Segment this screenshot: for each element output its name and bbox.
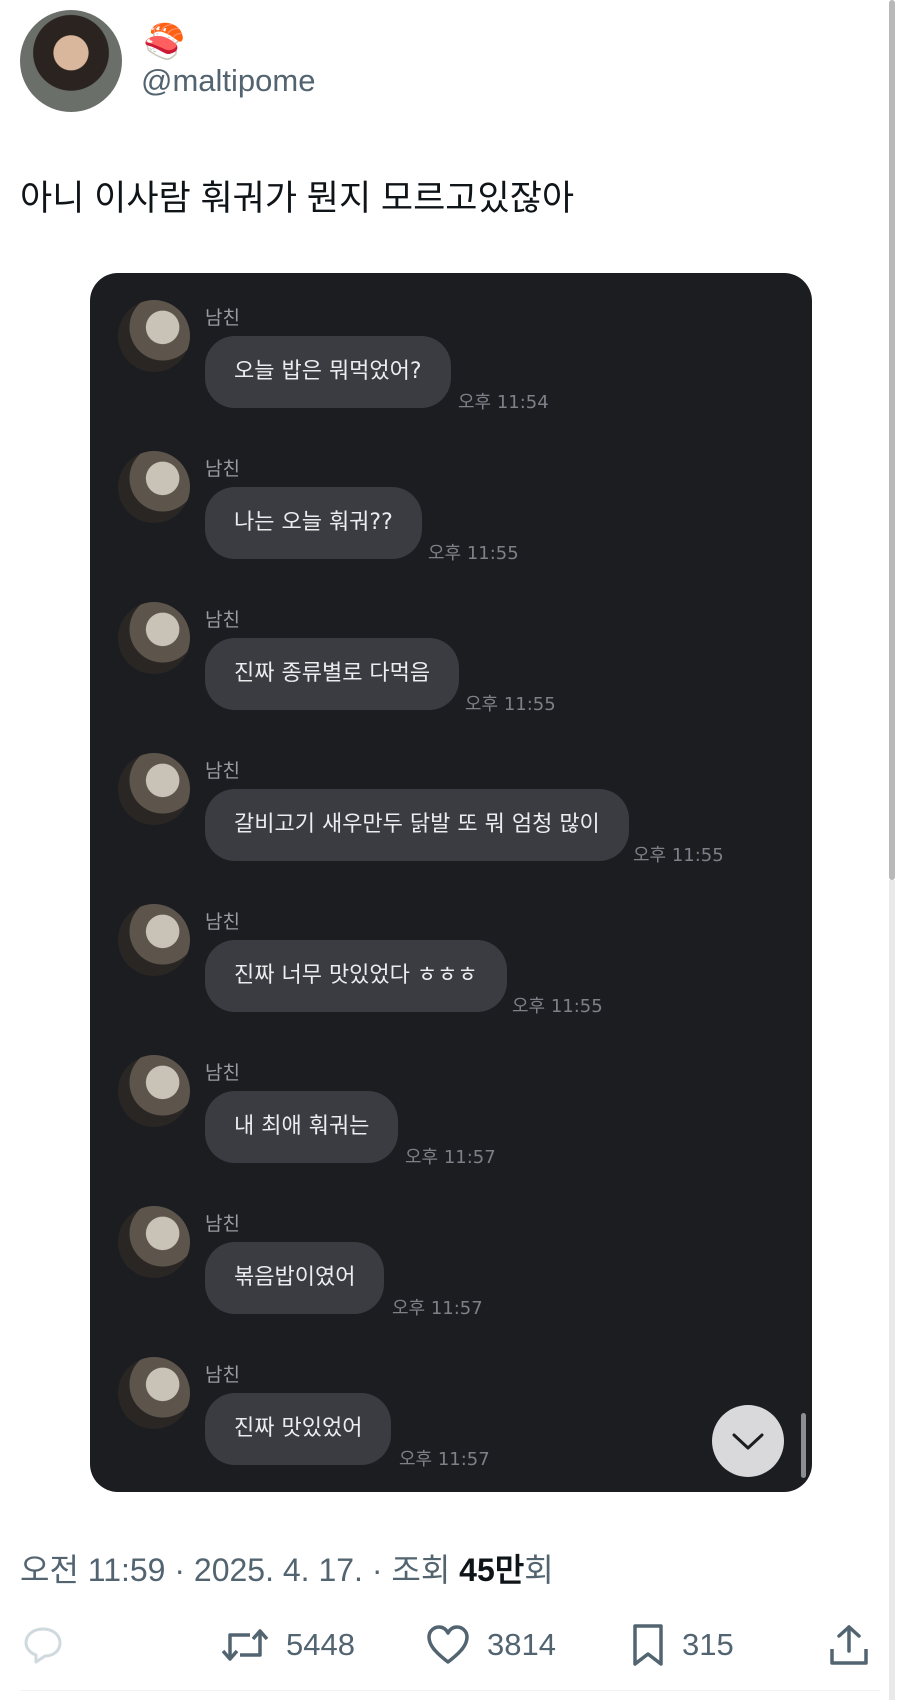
message-bubble: 진짜 너무 맛있었다 ㅎㅎㅎ bbox=[205, 940, 507, 1012]
sender-avatar bbox=[118, 1055, 190, 1127]
bookmark-count: 315 bbox=[682, 1627, 734, 1662]
message-time: 오후 11:55 bbox=[465, 694, 556, 715]
user-handle[interactable]: @maltipome bbox=[141, 63, 315, 99]
message-time: 오후 11:55 bbox=[428, 543, 519, 564]
message-time: 오후 11:55 bbox=[633, 845, 724, 866]
sender-name: 남친 bbox=[205, 307, 240, 329]
message-time: 오후 11:57 bbox=[399, 1449, 490, 1470]
sender-avatar bbox=[118, 451, 190, 523]
message-bubble: 나는 오늘 훠궈?? bbox=[205, 487, 422, 559]
tweet-actions: 5448 3814 315 bbox=[0, 1615, 890, 1675]
retweet-count: 5448 bbox=[286, 1627, 355, 1662]
sender-name: 남친 bbox=[205, 1062, 240, 1084]
tweet-meta: 오전 11:59 · 2025. 4. 17. · 조회 45만회 bbox=[20, 1545, 554, 1591]
message-bubble: 오늘 밥은 뭐먹었어? bbox=[205, 336, 451, 408]
chat-message: 남친 볶음밥이였어 오후 11:57 bbox=[90, 1179, 812, 1329]
chevron-down-icon bbox=[732, 1433, 764, 1450]
sender-avatar bbox=[118, 904, 190, 976]
sender-name: 남친 bbox=[205, 609, 240, 631]
chat-message: 남친 내 최애 훠궈는 오후 11:57 bbox=[90, 1028, 812, 1178]
chat-message: 남친 오늘 밥은 뭐먹었어? 오후 11:54 bbox=[90, 273, 812, 423]
message-time: 오후 11:55 bbox=[512, 996, 603, 1017]
chat-scrollbar[interactable] bbox=[801, 1413, 806, 1478]
heart-icon bbox=[427, 1625, 469, 1664]
sender-avatar bbox=[118, 1206, 190, 1278]
message-bubble: 내 최애 훠궈는 bbox=[205, 1091, 399, 1163]
sender-name: 남친 bbox=[205, 911, 240, 933]
page-scrollbar-thumb[interactable] bbox=[889, 0, 895, 880]
chat-message: 남친 진짜 맛있었어 오후 11:57 bbox=[90, 1330, 812, 1480]
chat-screenshot[interactable]: 남친 오늘 밥은 뭐먹었어? 오후 11:54 남친 나는 오늘 훠궈?? 오후… bbox=[90, 273, 812, 1492]
share-icon bbox=[830, 1625, 868, 1665]
chat-message: 남친 진짜 너무 맛있었다 ㅎㅎㅎ 오후 11:55 bbox=[90, 877, 812, 1027]
message-bubble: 진짜 맛있었어 bbox=[205, 1393, 392, 1465]
reply-button[interactable] bbox=[22, 1615, 64, 1675]
retweet-button[interactable]: 5448 bbox=[220, 1615, 355, 1675]
message-time: 오후 11:57 bbox=[405, 1147, 496, 1168]
chat-message: 남친 갈비고기 새우만두 닭발 또 뭐 엄청 많이 오후 11:55 bbox=[90, 726, 812, 876]
share-button[interactable] bbox=[828, 1615, 870, 1675]
sender-avatar bbox=[118, 300, 190, 372]
chat-message: 남친 진짜 종류별로 다먹음 오후 11:55 bbox=[90, 575, 812, 725]
like-button[interactable]: 3814 bbox=[425, 1615, 556, 1675]
divider bbox=[20, 1690, 880, 1691]
message-time: 오후 11:57 bbox=[392, 1298, 483, 1319]
retweet-icon bbox=[221, 1629, 269, 1661]
sender-avatar bbox=[118, 1357, 190, 1429]
sender-name: 남친 bbox=[205, 1213, 240, 1235]
message-bubble: 볶음밥이였어 bbox=[205, 1242, 385, 1314]
views-count: 45만 bbox=[459, 1552, 525, 1588]
sender-name: 남친 bbox=[205, 760, 240, 782]
sender-avatar bbox=[118, 753, 190, 825]
message-bubble: 진짜 종류별로 다먹음 bbox=[205, 638, 460, 710]
name-emoji: 🍣 bbox=[143, 22, 186, 62]
sender-name: 남친 bbox=[205, 1364, 240, 1386]
bookmark-button[interactable]: 315 bbox=[630, 1615, 734, 1675]
sender-name: 남친 bbox=[205, 458, 240, 480]
bookmark-icon bbox=[633, 1624, 663, 1666]
tweet-text: 아니 이사람 훠궈가 뭔지 모르고있잖아 bbox=[20, 179, 575, 218]
tweet-timestamp[interactable]: 오전 11:59 · 2025. 4. 17. · 조회 bbox=[20, 1552, 459, 1588]
message-time: 오후 11:54 bbox=[458, 392, 549, 413]
chat-message: 남친 나는 오늘 훠궈?? 오후 11:55 bbox=[90, 424, 812, 574]
like-count: 3814 bbox=[487, 1627, 556, 1662]
message-bubble: 갈비고기 새우만두 닭발 또 뭐 엄청 많이 bbox=[205, 789, 629, 861]
page-scrollbar-track bbox=[889, 880, 895, 1700]
sender-avatar bbox=[118, 602, 190, 674]
scroll-down-button[interactable] bbox=[712, 1405, 784, 1477]
profile-avatar[interactable] bbox=[20, 10, 122, 112]
reply-icon bbox=[24, 1627, 62, 1664]
views-suffix: 회 bbox=[524, 1552, 554, 1588]
